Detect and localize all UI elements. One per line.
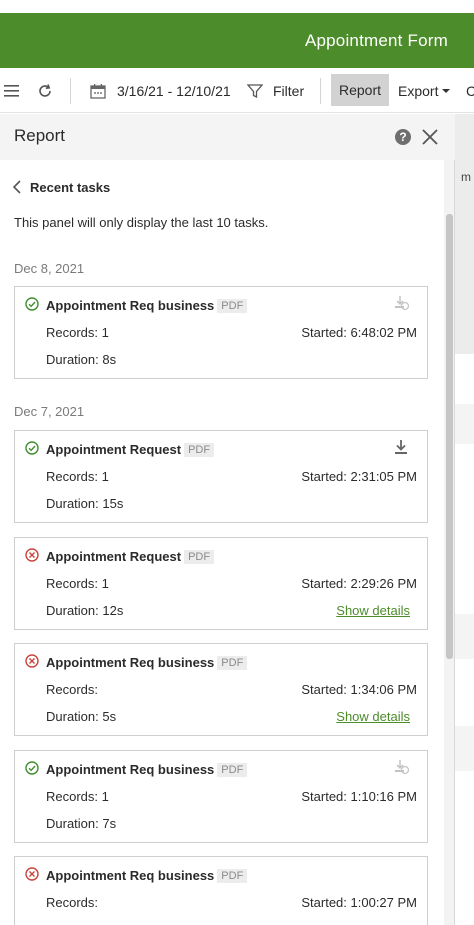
success-icon	[25, 297, 39, 311]
task-records: Records: 1	[46, 576, 109, 591]
task-started: Started: 1:34:06 PM	[301, 682, 417, 697]
task-records: Records: 1	[46, 789, 109, 804]
format-badge: PDF	[217, 763, 248, 777]
background-content: m	[455, 114, 474, 925]
show-details-link[interactable]: Show details	[336, 603, 410, 618]
task-started: Started: 2:31:05 PM	[301, 469, 417, 484]
format-badge: PDF	[217, 869, 248, 883]
report-button[interactable]: Report	[331, 74, 389, 106]
calendar-icon[interactable]	[90, 68, 106, 113]
filter-button[interactable]: Filter	[273, 68, 304, 113]
task-duration: Duration: 7s	[46, 816, 117, 831]
panel-header: Report ?	[0, 114, 455, 160]
task-title: Appointment Request	[46, 442, 182, 457]
scrollbar-thumb[interactable]	[446, 214, 453, 659]
background-block	[455, 114, 474, 354]
app-header: Appointment Form	[0, 0, 474, 68]
success-icon	[25, 441, 39, 455]
task-started: Started: 6:48:02 PM	[301, 325, 417, 340]
panel-notice: This panel will only display the last 10…	[14, 215, 269, 230]
back-label: Recent tasks	[30, 179, 111, 195]
help-icon[interactable]: ?	[395, 129, 411, 145]
background-block	[455, 404, 474, 444]
task-card: Appointment Request PDF Records: 1 Starte…	[14, 537, 428, 630]
date-range[interactable]: 3/16/21 - 12/10/21	[117, 68, 231, 113]
error-icon	[25, 548, 39, 562]
task-name: Appointment Req business PDF	[46, 868, 248, 883]
background-text: m	[461, 170, 471, 184]
task-title: Appointment Req business	[46, 655, 215, 670]
error-icon	[25, 654, 39, 668]
task-started: Started: 1:00:27 PM	[301, 895, 417, 910]
task-card: Appointment Req business PDF Records: Sta…	[14, 856, 428, 925]
task-started: Started: 2:29:26 PM	[301, 576, 417, 591]
background-block	[455, 726, 474, 771]
task-records: Records: 1	[46, 325, 109, 340]
export-button[interactable]: Export	[398, 68, 451, 113]
task-started: Started: 1:10:16 PM	[301, 789, 417, 804]
caret-down-icon	[442, 88, 451, 93]
download-disabled-icon	[395, 296, 410, 311]
date-header: Dec 8, 2021	[14, 261, 85, 276]
date-header: Dec 7, 2021	[14, 404, 85, 419]
task-records: Records: 1	[46, 469, 109, 484]
task-name: Appointment Req business PDF	[46, 655, 248, 670]
task-name: Appointment Request PDF	[46, 549, 215, 564]
task-title: Appointment Req business	[46, 868, 215, 883]
toolbar-divider	[320, 78, 321, 104]
format-badge: PDF	[184, 443, 215, 457]
task-duration: Duration: 8s	[46, 352, 117, 367]
task-card: Appointment Req business PDF Records: Sta…	[14, 643, 428, 736]
task-duration: Duration: 5s	[46, 709, 117, 724]
task-card: Appointment Req business PDF Records: 1 S…	[14, 750, 428, 843]
app-title: Appointment Form	[304, 31, 448, 50]
task-records: Records:	[46, 682, 99, 697]
task-name: Appointment Req business PDF	[46, 762, 248, 777]
task-title: Appointment Req business	[46, 762, 215, 777]
task-records: Records:	[46, 895, 99, 910]
export-label: Export	[398, 82, 439, 99]
background-block	[455, 614, 474, 659]
error-icon	[25, 867, 39, 881]
panel-title: Report	[14, 126, 66, 145]
toolbar-divider	[70, 78, 71, 104]
task-duration: Duration: 12s	[46, 603, 124, 618]
task-card: Appointment Request PDF Records: 1 Starte…	[14, 430, 428, 523]
toolbar: 3/16/21 - 12/10/21 Filter Report Export …	[0, 68, 474, 113]
hamburger-icon[interactable]	[4, 68, 20, 113]
show-details-link[interactable]: Show details	[336, 709, 410, 724]
download-icon[interactable]	[392, 438, 410, 456]
format-badge: PDF	[217, 656, 248, 670]
close-icon[interactable]	[420, 127, 440, 147]
format-badge: PDF	[184, 550, 215, 564]
task-duration: Duration: 15s	[46, 496, 124, 511]
task-name: Appointment Request PDF	[46, 442, 215, 457]
refresh-icon[interactable]	[36, 68, 54, 113]
download-disabled-icon	[395, 760, 410, 775]
more-button[interactable]: C	[466, 68, 474, 113]
report-panel: Report ? Recent tasks This panel will on…	[0, 114, 455, 925]
success-icon	[25, 761, 39, 775]
back-to-recent-tasks[interactable]: Recent tasks	[12, 177, 110, 197]
task-card: Appointment Req business PDF Records: 1 S…	[14, 286, 428, 379]
chevron-left-icon	[12, 180, 21, 194]
task-name: Appointment Req business PDF	[46, 298, 248, 313]
task-title: Appointment Req business	[46, 298, 215, 313]
task-title: Appointment Request	[46, 549, 182, 564]
format-badge: PDF	[217, 299, 248, 313]
filter-icon[interactable]	[247, 68, 263, 113]
